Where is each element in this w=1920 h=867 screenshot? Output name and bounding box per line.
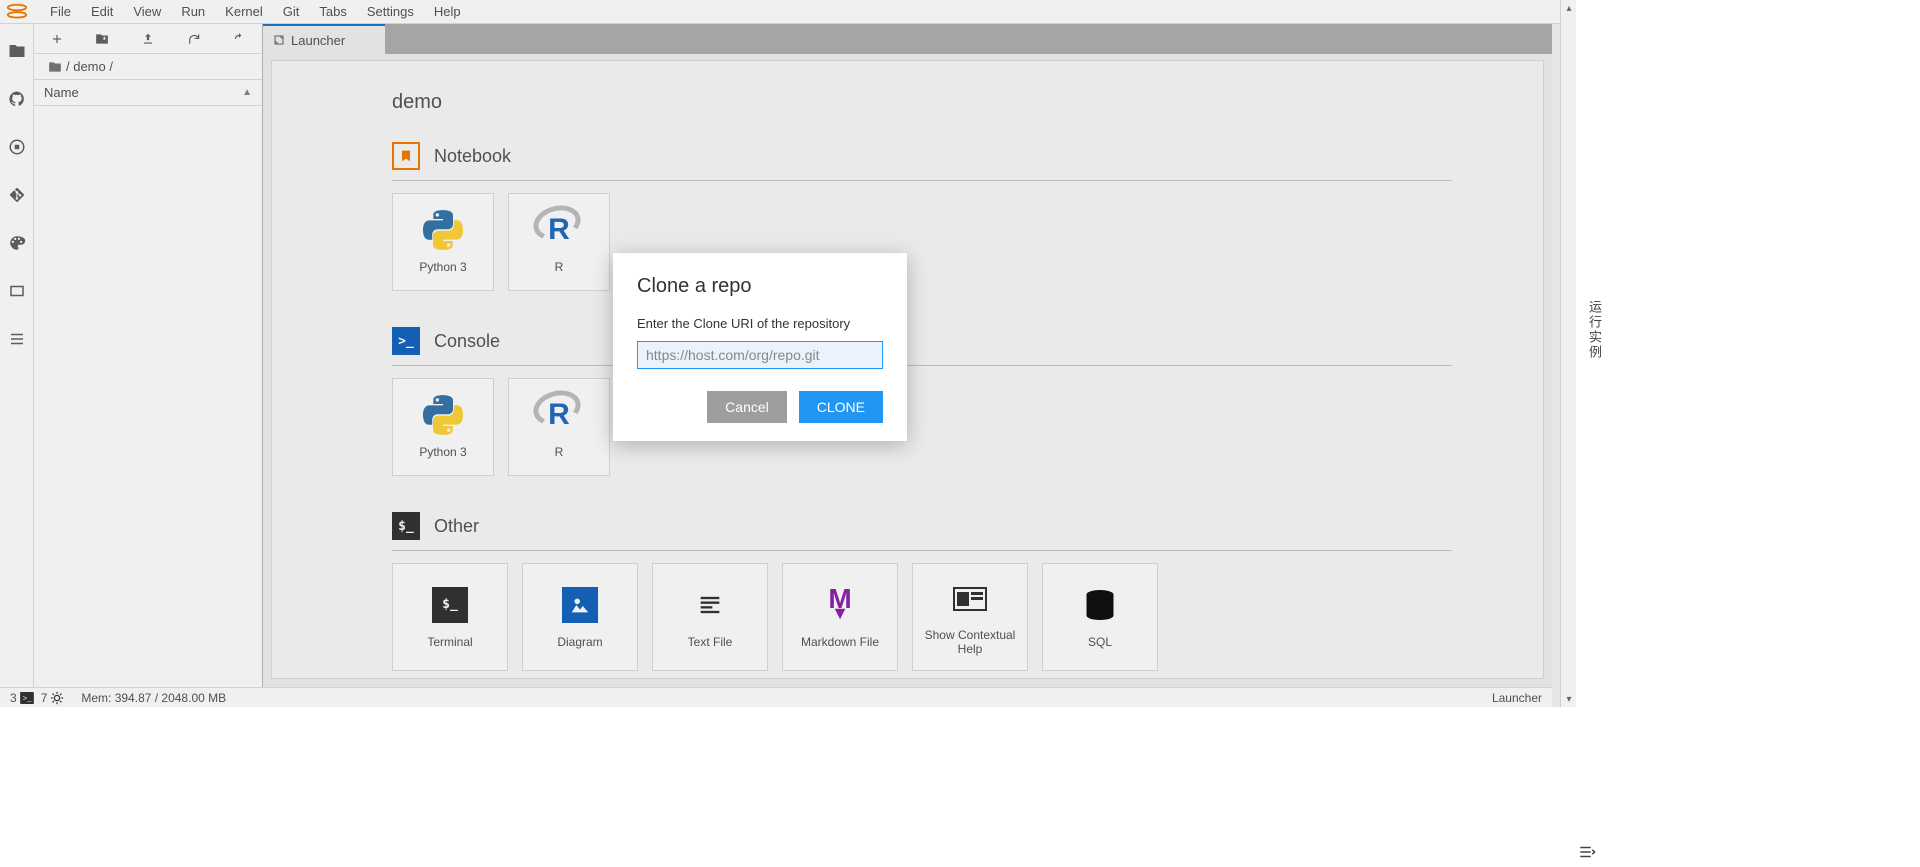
scroll-up-icon[interactable]: ▴ (1561, 0, 1577, 16)
clone-repo-dialog: Clone a repo Enter the Clone URI of the … (613, 253, 907, 441)
dialog-title: Clone a repo (637, 275, 883, 298)
scroll-down-icon[interactable]: ▾ (1561, 691, 1577, 707)
cancel-button[interactable]: Cancel (707, 391, 787, 423)
clone-button[interactable]: CLONE (799, 391, 883, 423)
side-widget-label[interactable]: 运行实例 (1578, 300, 1604, 360)
clone-uri-input[interactable] (637, 341, 883, 369)
dialog-prompt: Enter the Clone URI of the repository (637, 316, 883, 331)
outer-scrollbar[interactable]: ▴ ▾ (1560, 0, 1576, 707)
corner-menu-icon[interactable] (1578, 843, 1596, 861)
